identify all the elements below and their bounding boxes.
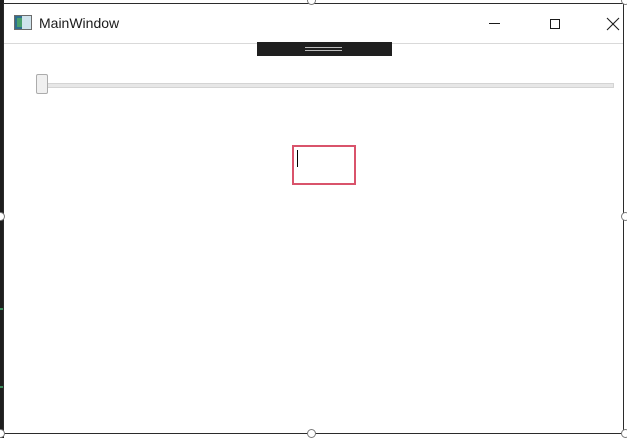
minimize-button[interactable]: [471, 4, 517, 43]
close-icon: [606, 17, 620, 30]
text-caret: [297, 150, 298, 167]
main-window: MainWindow: [3, 3, 624, 434]
grip-icon: [305, 47, 342, 48]
slider-thumb[interactable]: [36, 74, 48, 94]
slider[interactable]: [34, 74, 614, 94]
slider-track[interactable]: [38, 83, 614, 88]
grip-icon: [305, 50, 342, 51]
window-title: MainWindow: [39, 15, 120, 31]
text-input[interactable]: [292, 145, 356, 185]
resize-handle-bottom-right[interactable]: [621, 429, 627, 438]
close-button[interactable]: [590, 4, 627, 43]
maximize-button[interactable]: [532, 4, 578, 43]
title-bar[interactable]: MainWindow: [4, 4, 623, 44]
app-window-icon: [14, 15, 32, 30]
resize-handle-bottom-left[interactable]: [0, 429, 5, 438]
resize-handle-right[interactable]: [621, 212, 627, 221]
maximize-icon: [550, 18, 560, 29]
minimize-icon: [488, 23, 500, 24]
debug-toolbar-adorner[interactable]: [257, 42, 392, 56]
screen: MainWindow: [0, 0, 627, 438]
resize-handle-bottom[interactable]: [307, 429, 316, 438]
